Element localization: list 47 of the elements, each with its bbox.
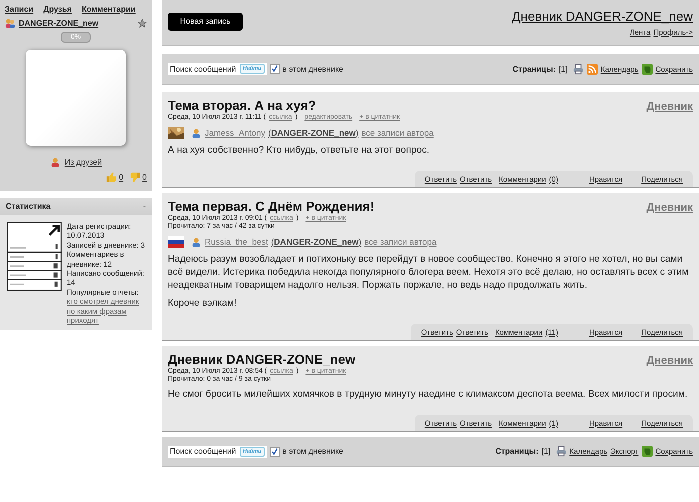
likes-count[interactable]: 0 (119, 173, 124, 182)
page-number[interactable]: [1] (542, 447, 551, 456)
user-icon (191, 236, 202, 248)
community-link[interactable]: (DANGER-ZONE_new) (271, 237, 362, 247)
post-text: А на хуя собственно? Кто нибудь, ответьте на этот вопрос. (168, 144, 431, 157)
author-link[interactable]: Russia_the_best (205, 237, 268, 247)
nav-link[interactable]: Друзья (44, 5, 72, 14)
profile-name-link[interactable]: DANGER-ZONE_new (19, 19, 99, 28)
stats-widget-drawing (7, 222, 62, 291)
author-posts-link[interactable]: все записи автора (362, 128, 434, 138)
pages-label: Страницы: (512, 64, 556, 74)
post-title: Тема первая. С Днём Рождения! (168, 199, 375, 214)
post-title: Дневник DANGER-ZONE_new (168, 352, 356, 367)
printer-icon[interactable] (572, 64, 584, 74)
elephant-icon[interactable] (642, 64, 653, 74)
diary-title-link[interactable]: Дневник DANGER-ZONE_new (512, 8, 693, 24)
author-posts-link[interactable]: все записи автора (364, 237, 437, 247)
user-icon (50, 157, 61, 168)
panel-title: Статистика (6, 202, 51, 211)
checkbox-label: в этом дневнике (282, 447, 344, 456)
post-title: Тема вторая. А на хуя? (168, 98, 316, 113)
checkbox[interactable] (270, 64, 280, 74)
nav-link[interactable]: Записи (5, 5, 34, 14)
new-post-button[interactable]: Новая запись (168, 12, 243, 30)
diary-link[interactable]: Дневник (646, 202, 693, 214)
community-link[interactable]: (DANGER-ZONE_new) (268, 128, 359, 138)
post-text: Не смог бросить милейших хомячков в трудную минуту наедине с климаксом деспота веема. Всех милости просим. (168, 388, 689, 401)
checkbox[interactable] (270, 446, 280, 456)
friends-link[interactable]: Из друзей (64, 158, 102, 167)
favorite-star-icon[interactable] (138, 19, 147, 28)
user-icon (191, 128, 202, 138)
author-link[interactable]: Jamess_Antony (205, 128, 266, 138)
checkbox-label: в этом дневнике (282, 64, 344, 74)
page-number[interactable]: [1] (558, 64, 568, 74)
printer-icon[interactable] (556, 446, 567, 457)
thumbs-down-icon[interactable] (130, 172, 141, 183)
dislikes-count[interactable]: 0 (142, 173, 147, 182)
pages-label: Страницы: (496, 447, 539, 456)
post-text: Надеюсь разум возобладает и потихоньку все перейдут в новое сообщество. Конечно я этого не хотел, но вы сами всё видели. Истерика победила некогда популярного блогера веем. Нехотя это всё делаю, но оставлять всех с этим неадекватным товарищем надолго нельзя. Поржать поржале, но ведь надо продолжать жить. (168, 253, 690, 292)
thumbs-up-icon[interactable] (106, 172, 118, 183)
users-icon (5, 18, 16, 29)
elephant-icon[interactable] (642, 446, 653, 457)
nav-link[interactable]: Комментарии (82, 5, 136, 14)
diary-link[interactable]: Дневник (646, 355, 693, 367)
post-text: Короче вэлкам! (168, 297, 238, 310)
diary-link[interactable]: Дневник (646, 101, 693, 113)
flag-icon (168, 236, 184, 248)
